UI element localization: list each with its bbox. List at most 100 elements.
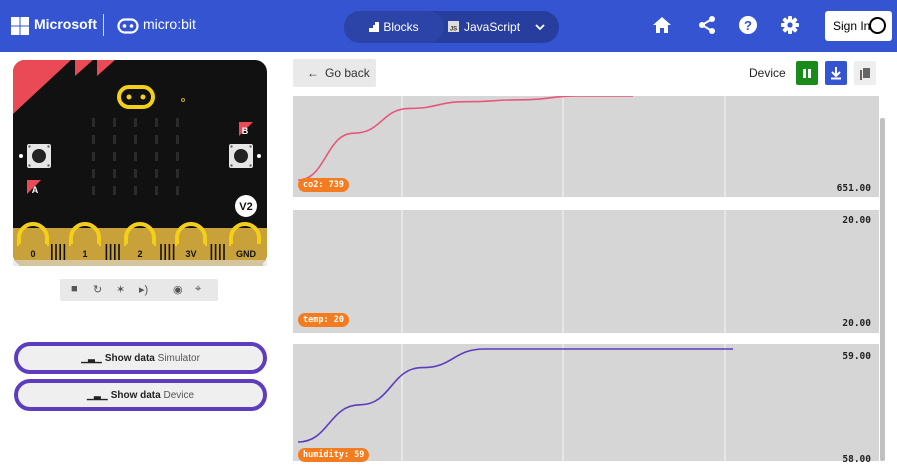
mute-icon[interactable]: ▸) (139, 283, 148, 296)
go-back-button[interactable]: ← Go back (293, 59, 376, 87)
pin-0-label: 0 (30, 249, 35, 259)
show-data-source: Simulator (157, 353, 200, 364)
chart-co2: co2: 739 651.00 (293, 96, 879, 197)
debug-icon[interactable]: ✶ (116, 283, 125, 296)
led-pixel (155, 135, 158, 144)
chart-humidity-plot (297, 344, 733, 461)
show-data-label: Show data (110, 390, 161, 401)
chart-co2-plot (297, 96, 726, 197)
pin-gnd-label: GND (236, 249, 257, 259)
show-data-device-button[interactable]: ▁▃▁ Show data Device (14, 379, 267, 411)
blocks-icon (369, 22, 380, 32)
arrow-left-icon: ← (307, 66, 319, 80)
console-source-label: Device (749, 66, 786, 80)
chevron-down-icon[interactable] (534, 20, 546, 34)
version-badge: V2 (239, 201, 252, 213)
download-icon (831, 67, 841, 80)
serial-console-pane: ← Go back Device co2: 739 651.00 20.00 te… (280, 52, 897, 465)
product-name[interactable]: micro:bit (143, 16, 196, 32)
editor-switch: Blocks JS JavaScript (344, 11, 559, 43)
show-data-source: Device (163, 390, 195, 401)
chart-co2-min-label: 651.00 (836, 183, 871, 194)
chart-temp: 20.00 temp: 20 20.00 (293, 210, 879, 333)
led-pixel (155, 118, 158, 127)
led-pixel (134, 118, 137, 127)
chart-temp-plot (401, 210, 726, 333)
brand-name[interactable]: Microsoft (34, 16, 97, 32)
screenshot-icon[interactable]: ◉ (173, 283, 183, 296)
pause-icon (803, 69, 811, 78)
chart-series-line (297, 348, 733, 443)
show-data-label: Show data (104, 353, 155, 364)
chart-humidity-latest-badge: humidity: 59 (298, 448, 370, 462)
bar-chart-icon: ▁▃▁ (81, 353, 102, 363)
stop-icon[interactable]: ■ (71, 283, 78, 295)
chart-humidity-min-label: 58.00 (842, 454, 871, 465)
button-a-label: A (32, 185, 39, 195)
button-b-label: B (242, 126, 249, 136)
microbit-simulator[interactable]: A B V2 0 1 2 3V GND (13, 60, 267, 266)
simulator-toolbar: ■ ↻ ✶ ▸) ◉ ⌖ (60, 279, 218, 301)
led-pixel (176, 186, 179, 195)
chart-humidity-max-label: 59.00 (842, 351, 871, 362)
bar-chart-icon: ▁▃▁ (86, 390, 108, 400)
sign-in-button[interactable]: Sign In (825, 11, 892, 41)
led-pixel (92, 152, 95, 161)
share-icon[interactable] (697, 15, 717, 35)
led-pixel (134, 186, 137, 195)
header-divider (103, 14, 104, 36)
tab-javascript-label: JavaScript (464, 20, 521, 34)
led-pixel (92, 169, 95, 178)
microsoft-logo-icon (11, 17, 29, 35)
led-pixel (134, 169, 137, 178)
go-back-label: Go back (325, 66, 370, 80)
fullscreen-icon[interactable]: ⌖ (195, 283, 201, 296)
chart-temp-min-label: 20.00 (842, 318, 871, 329)
led-pixel (155, 186, 158, 195)
svg-text:?: ? (744, 18, 752, 33)
user-avatar-icon (869, 17, 886, 34)
chart-series-line (297, 96, 633, 181)
svg-text:JS: JS (450, 27, 457, 33)
console-scrollbar[interactable] (880, 118, 885, 461)
header-bar: Microsoft micro:bit Blocks JS JavaScript (0, 0, 897, 52)
led-pixel (113, 118, 116, 127)
help-icon[interactable]: ? (738, 15, 758, 35)
pause-button[interactable] (796, 61, 818, 85)
restart-icon[interactable]: ↻ (93, 283, 102, 296)
pin-2-label: 2 (137, 249, 142, 259)
home-icon[interactable] (652, 15, 672, 35)
chart-temp-max-label: 20.00 (842, 215, 871, 226)
led-pixel (134, 152, 137, 161)
led-pixel (92, 135, 95, 144)
led-pixel (113, 169, 116, 178)
led-pixel (113, 135, 116, 144)
chart-co2-latest-badge: co2: 739 (298, 178, 349, 192)
led-pixel (92, 118, 95, 127)
show-data-simulator-button[interactable]: ▁▃▁ Show data Simulator (14, 342, 267, 374)
pin-1-label: 1 (82, 249, 87, 259)
copy-button[interactable] (854, 61, 876, 85)
led-pixel (155, 152, 158, 161)
copy-icon (860, 68, 870, 80)
led-pixel (176, 152, 179, 161)
button-a[interactable] (27, 144, 51, 168)
tab-blocks[interactable]: Blocks (344, 11, 444, 43)
led-pixel (155, 169, 158, 178)
javascript-icon: JS (448, 21, 459, 33)
tab-javascript[interactable]: JS JavaScript (448, 11, 520, 43)
tab-blocks-label: Blocks (383, 20, 419, 34)
button-b[interactable] (229, 144, 253, 168)
led-pixel (134, 135, 137, 144)
pin-3v-label: 3V (185, 249, 196, 259)
led-pixel (176, 135, 179, 144)
led-pixel (176, 118, 179, 127)
led-pixel (113, 152, 116, 161)
sign-in-label: Sign In (833, 19, 871, 33)
settings-icon[interactable] (780, 15, 800, 35)
led-pixel (113, 186, 116, 195)
microbit-logo-icon (117, 18, 139, 34)
simulator-pane: A B V2 0 1 2 3V GND ■ ↻ ✶ ▸) ◉ ⌖ ▁▃▁ Sho… (0, 52, 280, 461)
led-pixel (92, 186, 95, 195)
download-button[interactable] (825, 61, 847, 85)
